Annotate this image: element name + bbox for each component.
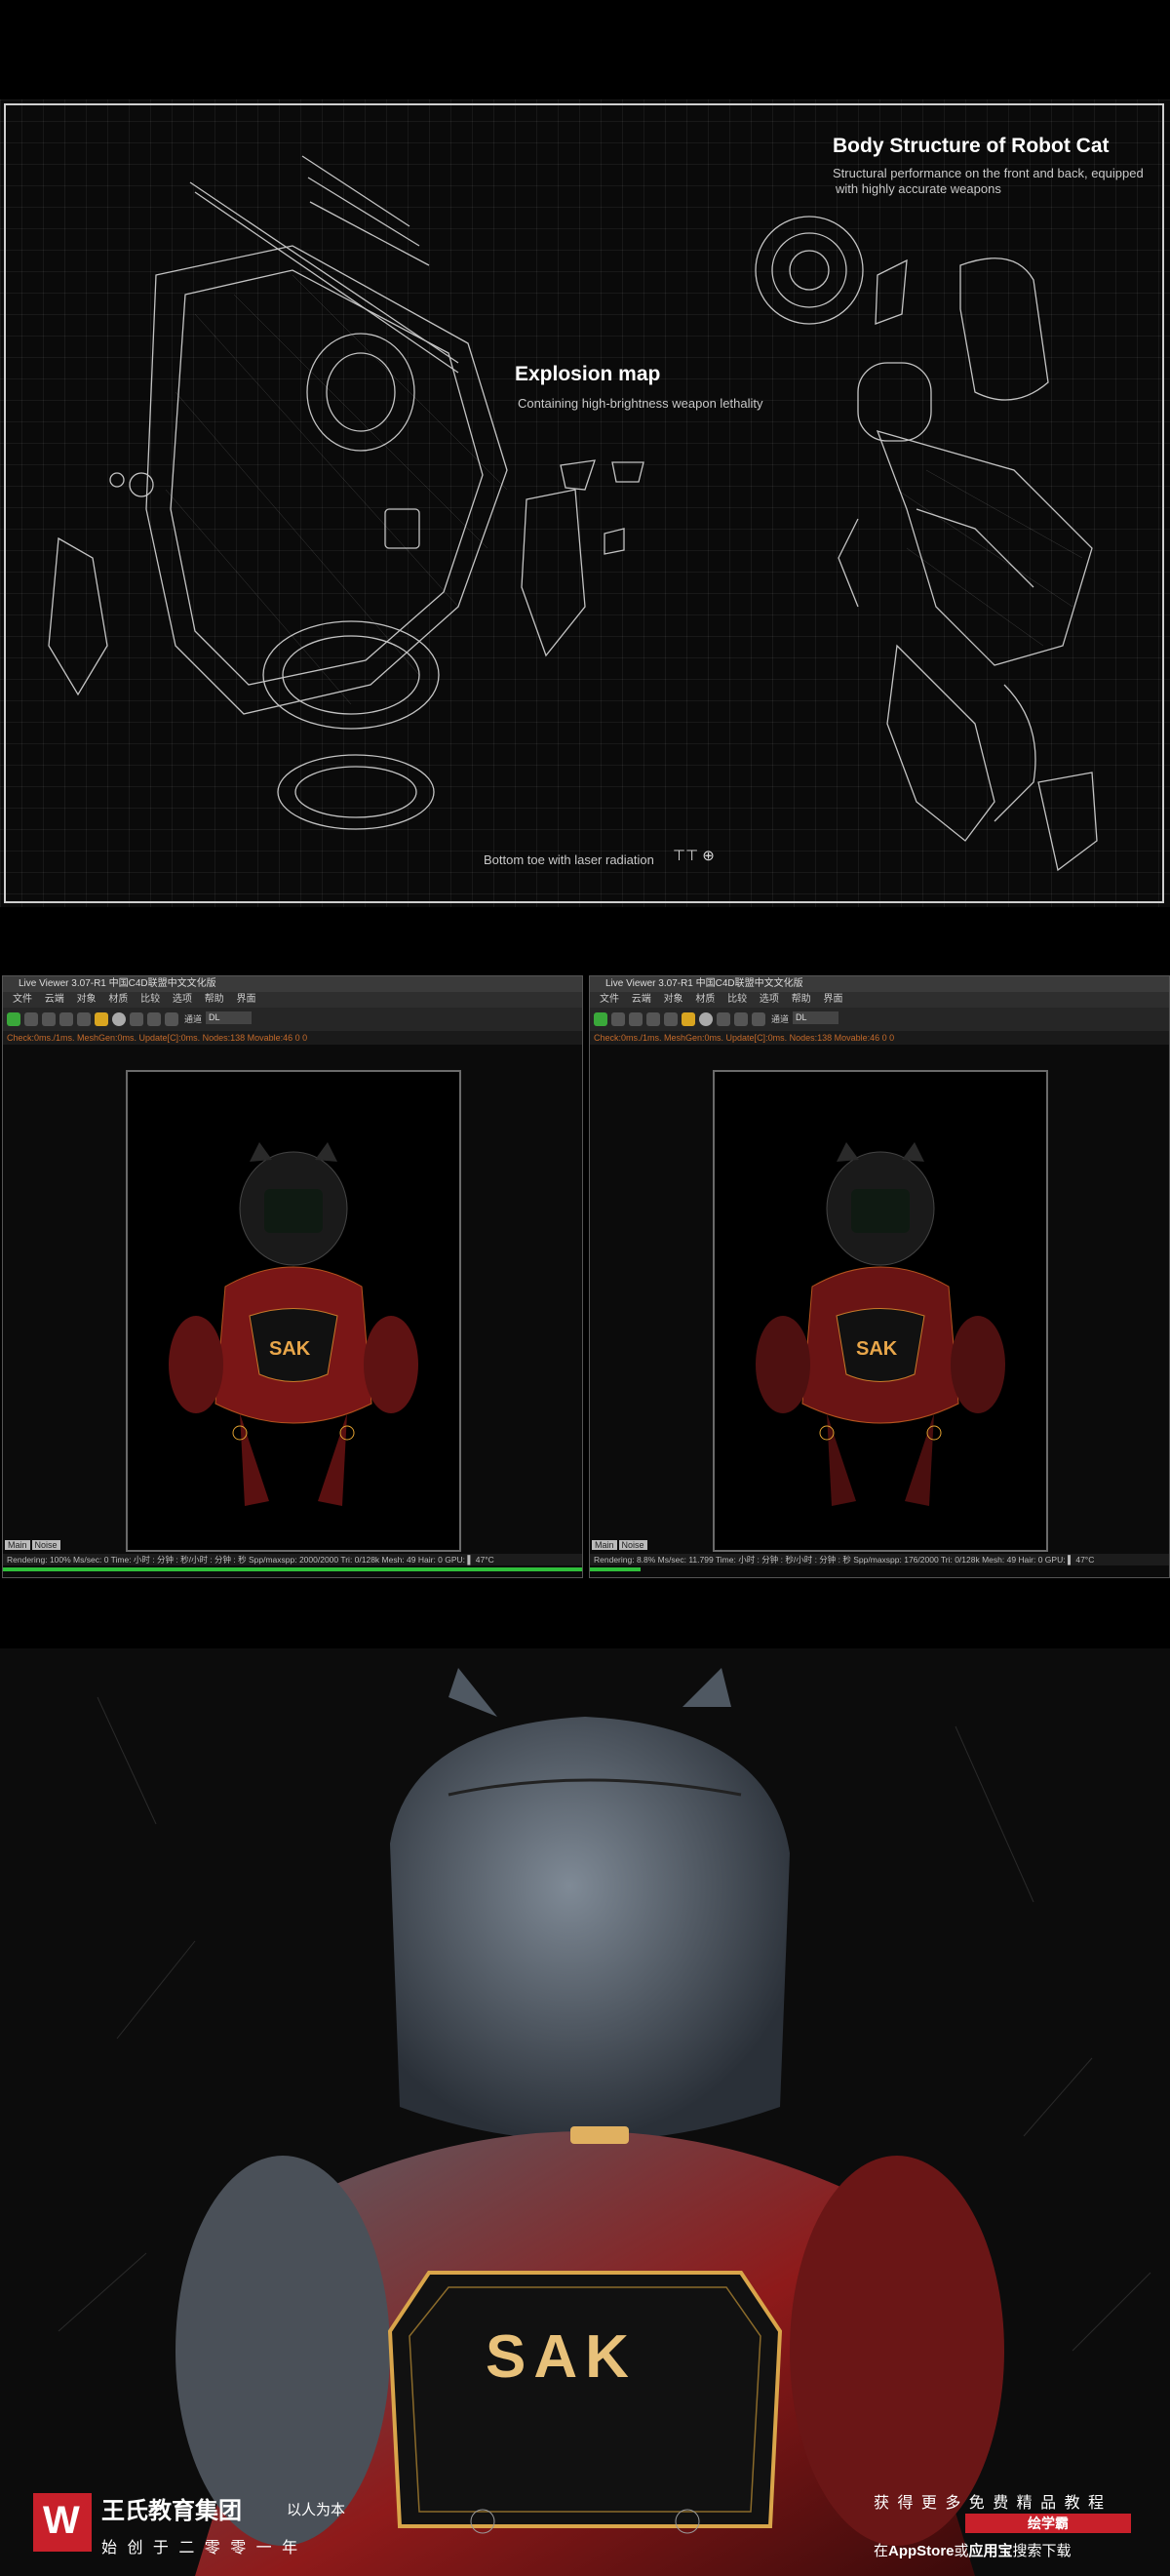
- menu-interface[interactable]: 界面: [236, 994, 255, 1005]
- render-progress-bar: [3, 1567, 582, 1571]
- refresh-icon[interactable]: [24, 1012, 38, 1026]
- viewer-stats: Check:0ms./1ms. MeshGen:0ms. Update[C]:0…: [590, 1031, 1169, 1045]
- brand-tagline: 始 创 于 二 零 零 一 年: [101, 2540, 301, 2556]
- robot-cat-render: SAK: [756, 1142, 1005, 1506]
- menu-object[interactable]: 对象: [77, 994, 97, 1005]
- channel-label: 通道: [771, 1014, 790, 1024]
- live-viewer-right: Live Viewer 3.07-R1 中国C4D联盟中文文化版 文件 云端 对…: [589, 975, 1170, 1578]
- explosion-map-title: Explosion map: [515, 363, 661, 385]
- chest-logo-large: SAK: [486, 2323, 637, 2391]
- menu-file[interactable]: 文件: [600, 994, 619, 1005]
- lock-icon[interactable]: [95, 1012, 108, 1026]
- menu-compare[interactable]: 比较: [727, 994, 747, 1005]
- lock-icon[interactable]: [682, 1012, 695, 1026]
- render-icon[interactable]: [594, 1012, 607, 1026]
- hero-render: SAK W 王氏教育集团 以人为本 始 创 于 二 零 零 一 年 获 得 更 …: [0, 1648, 1170, 2576]
- menu-cloud[interactable]: 云端: [45, 994, 64, 1005]
- chest-logo: SAK: [269, 1338, 311, 1360]
- pin-icon[interactable]: [752, 1012, 765, 1026]
- promo-or: 或: [954, 2543, 969, 2559]
- blueprint-subtitle-2: with highly accurate weapons: [836, 181, 1001, 196]
- channel-select[interactable]: DL: [793, 1011, 838, 1024]
- chest-logo: SAK: [856, 1338, 898, 1360]
- pick-icon[interactable]: [734, 1012, 748, 1026]
- focus-icon[interactable]: [130, 1012, 143, 1026]
- wireframe-illustration: [48, 155, 1098, 872]
- render-icon[interactable]: [7, 1012, 20, 1026]
- gear-icon[interactable]: [77, 1012, 91, 1026]
- bottom-note: Bottom toe with laser radiation: [484, 852, 654, 867]
- viewer-status-bar: Rendering: 100% Ms/sec: 0 Time: 小时 : 分钟 …: [3, 1554, 582, 1565]
- tab-noise[interactable]: Noise: [618, 1540, 647, 1550]
- channel-label: 通道: [184, 1014, 203, 1024]
- viewer-menu: 文件 云端 对象 材质 比较 选项 帮助 界面: [3, 992, 582, 1008]
- viewer-toolbar: 通道 DL: [590, 1008, 1169, 1031]
- tab-noise[interactable]: Noise: [31, 1540, 60, 1550]
- blueprint-subtitle-1: Structural performance on the front and …: [833, 166, 1144, 180]
- pause-icon[interactable]: [629, 1012, 643, 1026]
- gear-icon[interactable]: [664, 1012, 678, 1026]
- pin-icon[interactable]: [165, 1012, 178, 1026]
- focus-icon[interactable]: [717, 1012, 730, 1026]
- blueprint-title: Body Structure of Robot Cat: [833, 135, 1110, 157]
- explosion-map-subtitle: Containing high-brightness weapon lethal…: [518, 396, 763, 411]
- viewer-status-bar: Rendering: 8.8% Ms/sec: 11.799 Time: 小时 …: [590, 1554, 1169, 1565]
- render-frame: SAK: [126, 1070, 461, 1552]
- pause-icon[interactable]: [42, 1012, 56, 1026]
- globe-icon: ⊤⊤ ⊕: [673, 848, 715, 864]
- brand-logo: W: [33, 2493, 92, 2552]
- menu-options[interactable]: 选项: [173, 994, 192, 1005]
- live-viewer-left: Live Viewer 3.07-R1 中国C4D联盟中文文化版 文件 云端 对…: [2, 975, 583, 1578]
- menu-object[interactable]: 对象: [664, 994, 683, 1005]
- viewer-title: Live Viewer 3.07-R1 中国C4D联盟中文文化版: [3, 976, 582, 992]
- promo-search: 搜索下载: [1012, 2543, 1072, 2559]
- viewer-stats: Check:0ms./1ms. MeshGen:0ms. Update[C]:0…: [3, 1031, 582, 1045]
- material-ball-icon[interactable]: [112, 1012, 126, 1026]
- promo-appstore: AppStore: [888, 2543, 955, 2559]
- promo-in: 在: [874, 2543, 889, 2559]
- robot-cat-closeup: SAK: [0, 1648, 1170, 2576]
- region-icon[interactable]: [59, 1012, 73, 1026]
- viewer-tabs: Main Noise: [5, 1540, 62, 1550]
- menu-interface[interactable]: 界面: [823, 994, 842, 1005]
- blueprint-panel: Body Structure of Robot Cat Structural p…: [0, 99, 1170, 907]
- menu-options[interactable]: 选项: [760, 994, 779, 1005]
- region-icon[interactable]: [646, 1012, 660, 1026]
- menu-help[interactable]: 帮助: [792, 994, 811, 1005]
- tab-main[interactable]: Main: [5, 1540, 30, 1550]
- menu-compare[interactable]: 比较: [140, 994, 160, 1005]
- pick-icon[interactable]: [147, 1012, 161, 1026]
- material-ball-icon[interactable]: [699, 1012, 713, 1026]
- promo-line-1: 获 得 更 多 免 费 精 品 教 程: [874, 2495, 1107, 2512]
- viewer-tabs: Main Noise: [592, 1540, 649, 1550]
- brand-name: 王氏教育集团: [101, 2498, 242, 2524]
- promo-line-2: 在AppStore或应用宝搜索下载: [874, 2540, 1072, 2560]
- menu-cloud[interactable]: 云端: [632, 994, 651, 1005]
- refresh-icon[interactable]: [611, 1012, 625, 1026]
- robot-cat-render: SAK: [169, 1142, 418, 1506]
- w-logo-icon: W: [43, 2499, 80, 2542]
- render-frame: SAK: [713, 1070, 1048, 1552]
- viewer-menu: 文件 云端 对象 材质 比较 选项 帮助 界面: [590, 992, 1169, 1008]
- brand-slogan: 以人为本: [287, 2502, 346, 2518]
- render-progress-bar: [590, 1567, 641, 1571]
- tab-main[interactable]: Main: [592, 1540, 617, 1550]
- menu-help[interactable]: 帮助: [205, 994, 224, 1005]
- channel-select[interactable]: DL: [206, 1011, 252, 1024]
- viewer-title: Live Viewer 3.07-R1 中国C4D联盟中文文化版: [590, 976, 1169, 992]
- viewer-toolbar: 通道 DL: [3, 1008, 582, 1031]
- promo-badge: 绘学霸: [965, 2514, 1131, 2533]
- promo-yingyongbao: 应用宝: [968, 2543, 1013, 2559]
- menu-material[interactable]: 材质: [695, 994, 715, 1005]
- menu-material[interactable]: 材质: [108, 994, 128, 1005]
- menu-file[interactable]: 文件: [13, 994, 32, 1005]
